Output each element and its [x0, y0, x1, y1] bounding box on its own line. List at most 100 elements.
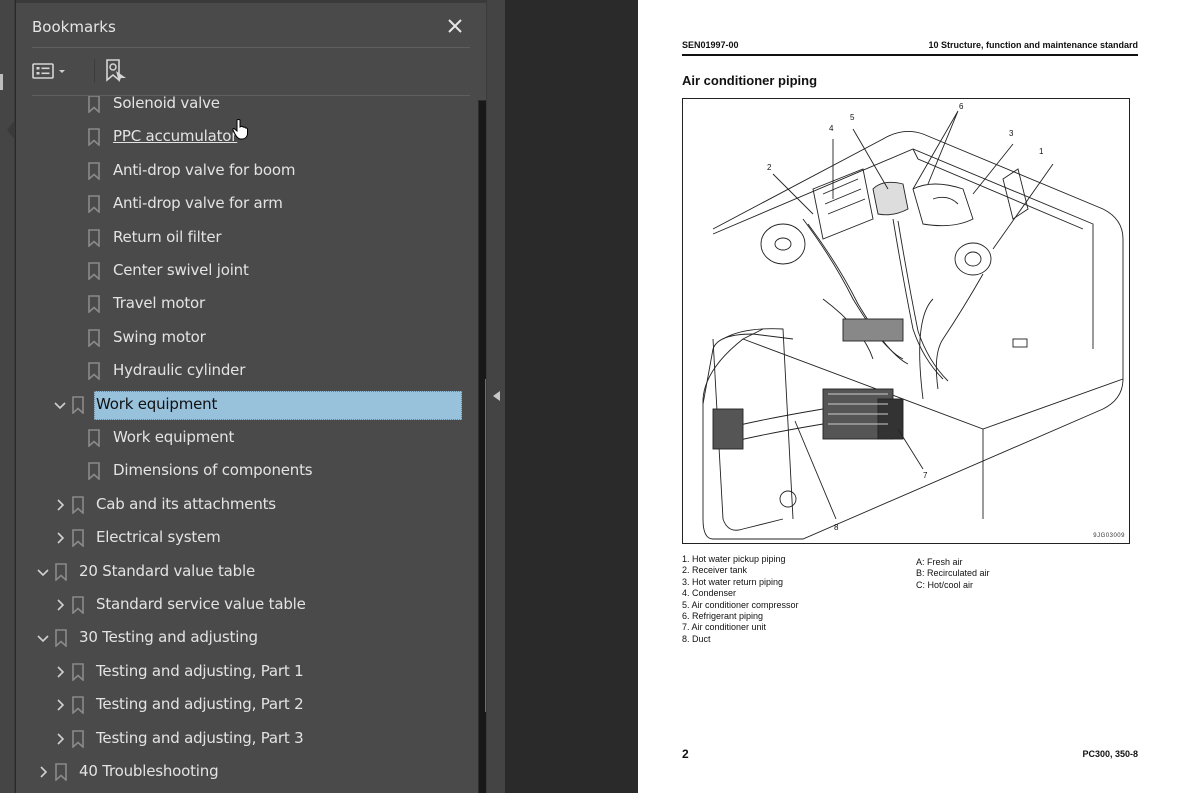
chevron-right-icon[interactable]	[53, 598, 67, 612]
legend-item: 7. Air conditioner unit	[682, 622, 767, 633]
bookmark-icon	[71, 395, 85, 415]
bookmark-icon	[87, 295, 101, 315]
bookmark-label: 40 Troubleshooting	[79, 762, 219, 780]
bookmark-icon	[87, 362, 101, 381]
doc-id: SEN01997-00	[682, 40, 739, 50]
bookmark-icon	[87, 462, 101, 482]
bookmarks-panel: Bookmarks Solenoid valve PPC accumulator A…	[16, 0, 497, 793]
bookmark-label: 30 Testing and adjusting	[79, 628, 258, 647]
bookmark-item[interactable]: Testing and adjusting, Part 3	[32, 724, 462, 754]
bookmark-label: Travel motor	[113, 294, 205, 313]
bookmark-item[interactable]: Work equipment	[32, 423, 462, 453]
bookmark-item[interactable]: Standard service value table	[32, 590, 462, 620]
bookmark-label: Swing motor	[113, 327, 206, 346]
callout-7: 7	[923, 471, 928, 480]
bookmark-tree: Solenoid valve PPC accumulator Anti-drop v…	[32, 96, 462, 793]
bookmark-label: Electrical system	[96, 528, 221, 547]
callout-5: 5	[850, 113, 855, 122]
bookmark-item[interactable]: Center swivel joint	[32, 256, 462, 286]
bookmark-icon	[54, 763, 68, 782]
callout-4: 4	[829, 124, 834, 133]
bookmark-label: PPC accumulator	[113, 127, 238, 146]
bookmark-label: Anti-drop valve for boom	[113, 160, 296, 179]
bookmark-find-icon	[106, 59, 126, 82]
bookmark-item[interactable]: Travel motor	[32, 289, 462, 319]
bookmark-label: Hydraulic cylinder	[113, 361, 246, 380]
bookmark-item[interactable]: Anti-drop valve for arm	[32, 189, 462, 219]
bookmark-label: Work equipment	[96, 394, 218, 413]
bookmark-icon	[54, 629, 68, 649]
figure-code: 9JG03009	[1093, 533, 1125, 539]
legend-item: 1. Hot water pickup piping	[682, 554, 786, 564]
bookmark-icon	[71, 495, 85, 515]
close-panel-button[interactable]	[444, 15, 466, 37]
chevron-right-icon[interactable]	[53, 531, 67, 545]
bookmark-item[interactable]: Cab and its attachments	[32, 490, 462, 520]
bookmark-label: Return oil filter	[113, 227, 222, 246]
bookmark-icon	[71, 596, 85, 615]
bookmark-item[interactable]: Solenoid valve	[32, 96, 462, 119]
chevron-right-icon[interactable]	[53, 665, 67, 679]
bookmark-item[interactable]: PPC accumulator	[32, 122, 462, 152]
options-button[interactable]	[32, 57, 72, 85]
chevron-right-icon[interactable]	[36, 765, 50, 779]
bookmark-item[interactable]: Testing and adjusting, Part 2	[32, 690, 462, 720]
bookmark-item[interactable]: Testing and adjusting, Part 1	[32, 657, 462, 687]
chevron-down-icon[interactable]	[36, 631, 50, 645]
bookmark-item[interactable]: Swing motor	[32, 323, 462, 353]
bookmarks-toolbar	[32, 57, 232, 87]
bookmark-item[interactable]: Electrical system	[32, 523, 462, 553]
numbered-legend: 1. Hot water pickup piping 2. Receiver ta…	[682, 554, 799, 645]
panel-title: Bookmarks	[32, 18, 116, 36]
bookmark-label: Solenoid valve	[113, 96, 220, 112]
chevron-down-icon[interactable]	[53, 398, 67, 412]
bookmark-item[interactable]: Return oil filter	[32, 223, 462, 253]
bookmark-item[interactable]: Hydraulic cylinder	[32, 356, 462, 386]
chevron-right-icon[interactable]	[53, 698, 67, 712]
bookmark-icon	[71, 729, 85, 749]
close-icon	[448, 19, 462, 33]
legend-item: 3. Hot water return piping	[682, 576, 784, 587]
bookmark-icon	[71, 662, 85, 682]
bookmark-label: Testing and adjusting, Part 1	[96, 661, 304, 680]
bookmark-label: Center swivel joint	[113, 261, 249, 279]
bookmark-label: Cab and its attachments	[96, 494, 276, 513]
legend-item: 4. Condenser	[682, 588, 737, 599]
chevron-right-icon[interactable]	[53, 498, 67, 512]
bookmark-item[interactable]: 40 Troubleshooting	[32, 757, 462, 787]
pdf-viewer: Bookmarks Solenoid valve PPC accumulator A…	[0, 0, 1200, 793]
air-conditioner-piping-drawing	[702, 110, 1124, 540]
rail-tab-indicator[interactable]	[0, 74, 3, 90]
bookmark-label: Dimensions of components	[113, 461, 313, 480]
lettered-legend: A: Fresh air B: Recirculated air C: Hot/co…	[916, 557, 990, 591]
bookmark-label: Testing and adjusting, Part 3	[96, 728, 304, 747]
bookmark-item[interactable]: 20 Standard value table	[32, 557, 462, 587]
bookmark-label: Anti-drop valve for arm	[113, 194, 283, 213]
bookmark-item[interactable]: Dimensions of components	[32, 456, 462, 486]
chevron-down-icon[interactable]	[36, 565, 50, 579]
page-header: SEN01997-00 10 Structure, function and m…	[682, 40, 1138, 56]
panel-splitter[interactable]	[486, 0, 505, 793]
legend-item: A: Fresh air	[916, 557, 963, 567]
chevron-right-icon[interactable]	[53, 732, 67, 746]
left-rail	[0, 0, 15, 793]
bookmark-item[interactable]: Anti-drop valve for boom	[32, 156, 462, 186]
callout-3: 3	[1009, 129, 1014, 138]
bookmark-icon	[87, 96, 101, 114]
page-number: 2	[682, 747, 689, 761]
bookmark-icon	[87, 195, 101, 214]
bookmark-label: 20 Standard value table	[79, 561, 255, 580]
list-options-icon	[32, 63, 54, 79]
bookmark-item[interactable]: Work equipment	[32, 390, 462, 420]
collapse-panel-arrow-icon[interactable]	[493, 391, 500, 401]
bookmark-item[interactable]: 30 Testing and adjusting	[32, 623, 462, 653]
rail-notch	[7, 120, 15, 140]
legend-item: 5. Air conditioner compressor	[682, 599, 799, 610]
header-divider	[32, 47, 470, 48]
callout-1: 1	[1039, 147, 1044, 156]
find-current-bookmark-button[interactable]	[104, 57, 130, 85]
pdf-page: SEN01997-00 10 Structure, function and m…	[638, 0, 1200, 793]
bookmark-icon	[54, 562, 68, 582]
bookmark-label: Standard service value table	[96, 595, 306, 613]
bookmark-icon	[87, 429, 101, 448]
